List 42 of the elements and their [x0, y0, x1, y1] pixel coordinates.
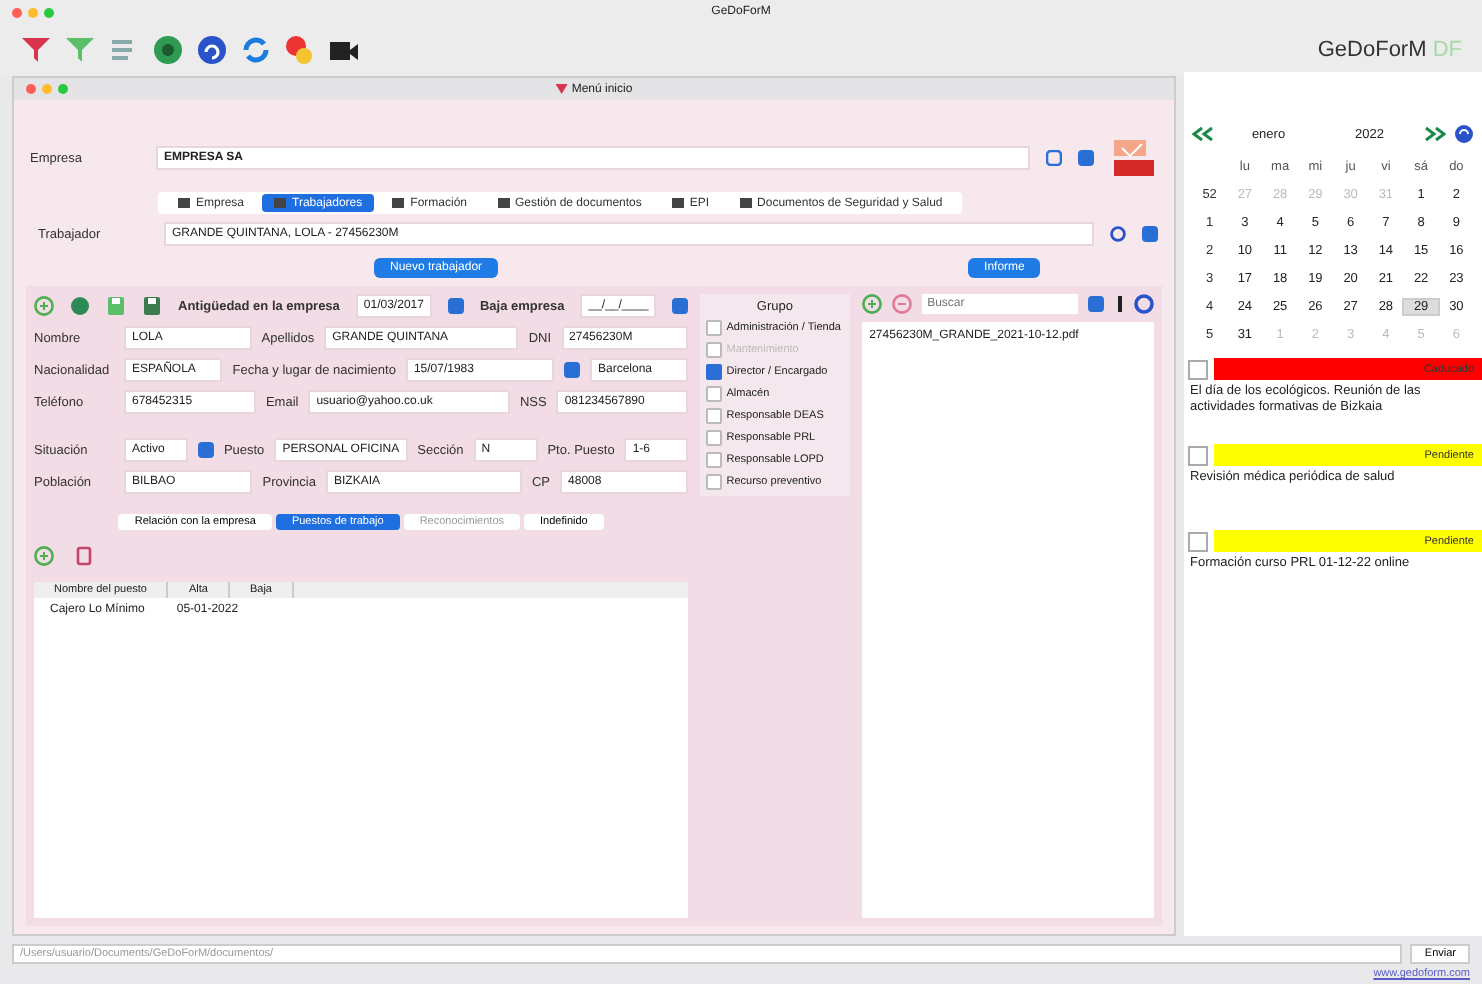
triangle-icon: [555, 84, 568, 94]
checkbox[interactable]: [706, 430, 723, 446]
tab-icon: [671, 196, 684, 210]
dropdown-button-icon[interactable]: [447, 298, 464, 314]
dropdown-button-icon[interactable]: [197, 442, 214, 458]
dropdown-button-icon[interactable]: [1142, 226, 1158, 242]
calendar-button-icon[interactable]: [1046, 150, 1062, 166]
event-checkbox[interactable]: [1188, 445, 1208, 465]
remove-icon[interactable]: [891, 294, 912, 314]
circle-icon[interactable]: [70, 296, 90, 316]
dropdown-button-icon[interactable]: [563, 362, 580, 378]
dropdown-button-icon[interactable]: [1078, 150, 1094, 166]
next-month-icon[interactable]: [1424, 126, 1446, 142]
checkbox[interactable]: [706, 452, 723, 468]
checkbox[interactable]: [706, 364, 723, 380]
funnel-icon[interactable]: [20, 34, 52, 66]
save-icon[interactable]: [142, 296, 162, 316]
tab-icon: [392, 196, 405, 210]
add-icon[interactable]: [861, 294, 882, 314]
app-logo-text: GeDoForM: [1317, 38, 1427, 62]
tab-icon: [497, 196, 509, 210]
checkbox[interactable]: [706, 408, 723, 424]
company-logo-icon: [1110, 136, 1158, 180]
add-icon[interactable]: [34, 296, 54, 316]
app-logo-suffix: DF: [1430, 38, 1462, 62]
checkbox[interactable]: [706, 320, 723, 336]
tab-icon: [739, 196, 752, 210]
checkbox[interactable]: [706, 474, 723, 490]
event-checkbox[interactable]: [1188, 531, 1208, 551]
trash-icon[interactable]: [74, 546, 94, 566]
event-checkbox[interactable]: [1188, 359, 1208, 379]
funnel-icon[interactable]: [64, 34, 96, 66]
tab-icon: [274, 196, 287, 210]
save-icon[interactable]: [106, 296, 126, 316]
tab-icon: [178, 196, 190, 210]
badge-icon[interactable]: [284, 34, 316, 66]
add-icon[interactable]: [34, 546, 54, 566]
checkbox[interactable]: [706, 386, 723, 402]
circle-icon[interactable]: [152, 34, 184, 66]
dropdown-button-icon[interactable]: [672, 298, 689, 314]
dropdown-button-icon[interactable]: [1088, 296, 1104, 312]
previous-month-icon[interactable]: [1192, 126, 1214, 142]
